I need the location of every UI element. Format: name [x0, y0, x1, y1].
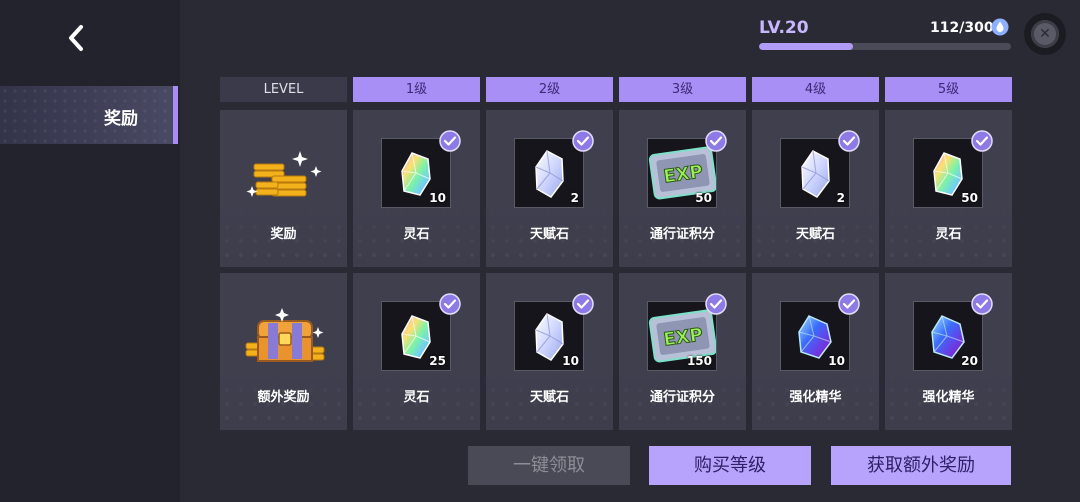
reward-cell[interactable]: 20 强化精华: [885, 273, 1012, 430]
reward-cell[interactable]: 2 天赋石: [486, 110, 613, 267]
level-label: LV.20: [759, 18, 809, 38]
reward-name: 天赋石: [529, 390, 569, 405]
row-label-rewards: 奖励: [220, 110, 347, 267]
reward-quantity: 20: [961, 354, 978, 368]
level-progress-bar: [759, 43, 1011, 50]
row-label-text: 额外奖励: [257, 390, 310, 405]
reward-quantity: 150: [686, 354, 712, 368]
check-circle-icon: [705, 130, 727, 152]
reward-cell[interactable]: 10 天赋石: [486, 273, 613, 430]
gold-coins-icon: [246, 151, 322, 197]
reward-cell[interactable]: 10 强化精华: [752, 273, 879, 430]
reward-cell[interactable]: 50 灵石: [885, 110, 1012, 267]
close-icon: ✕: [1039, 26, 1051, 42]
reward-quantity: 10: [429, 191, 446, 205]
reward-quantity: 10: [828, 354, 845, 368]
check-circle-icon: [705, 293, 727, 315]
level-4-header: 4级: [752, 77, 879, 102]
water-drop-icon: [991, 18, 1009, 36]
left-panel: 奖励: [0, 0, 180, 502]
reward-cell[interactable]: 2 天赋石: [752, 110, 879, 267]
reward-quantity: 2: [570, 191, 579, 205]
nav-active-indicator: [173, 86, 178, 144]
reward-name: 灵石: [403, 390, 430, 405]
buy-level-button[interactable]: 购买等级: [649, 446, 811, 485]
reward-cell[interactable]: 10 灵石: [353, 110, 480, 267]
reward-name: 天赋石: [795, 227, 835, 242]
level-1-header: 1级: [353, 77, 480, 102]
close-button[interactable]: ✕: [1024, 13, 1066, 55]
nav-item-label: 奖励: [104, 109, 138, 129]
check-circle-icon: [439, 293, 461, 315]
back-button[interactable]: [62, 20, 92, 56]
level-5-header: 5级: [885, 77, 1012, 102]
reward-name: 灵石: [935, 227, 962, 242]
chevron-left-icon: [69, 25, 83, 51]
row-label-extra-rewards: 额外奖励: [220, 273, 347, 430]
reward-name: 通行证积分: [649, 390, 715, 405]
reward-name: 灵石: [403, 227, 430, 242]
check-circle-icon: [838, 293, 860, 315]
level-column-header: LEVEL: [220, 77, 347, 102]
claim-all-button[interactable]: 一键领取: [468, 446, 630, 485]
reward-cell[interactable]: EXP 50 通行证积分: [619, 110, 746, 267]
check-circle-icon: [439, 130, 461, 152]
treasure-chest-icon: [245, 308, 325, 362]
reward-cell[interactable]: EXP 150 通行证积分: [619, 273, 746, 430]
row-label-text: 奖励: [270, 227, 297, 242]
reward-quantity: 50: [695, 191, 712, 205]
reward-name: 强化精华: [789, 390, 842, 405]
reward-quantity: 50: [961, 191, 978, 205]
check-circle-icon: [572, 130, 594, 152]
check-circle-icon: [971, 293, 993, 315]
level-progress-fill: [759, 43, 853, 50]
check-circle-icon: [971, 130, 993, 152]
reward-quantity: 10: [562, 354, 579, 368]
reward-cell[interactable]: 25 灵石: [353, 273, 480, 430]
reward-name: 天赋石: [529, 227, 569, 242]
reward-name: 强化精华: [922, 390, 975, 405]
reward-name: 通行证积分: [649, 227, 715, 242]
nav-item-rewards[interactable]: 奖励: [0, 86, 178, 144]
level-3-header: 3级: [619, 77, 746, 102]
reward-quantity: 2: [836, 191, 845, 205]
reward-quantity: 25: [429, 354, 446, 368]
check-circle-icon: [572, 293, 594, 315]
check-circle-icon: [838, 130, 860, 152]
xp-count: 112/300: [930, 20, 994, 36]
get-extra-rewards-button[interactable]: 获取额外奖励: [831, 446, 1011, 485]
level-2-header: 2级: [486, 77, 613, 102]
